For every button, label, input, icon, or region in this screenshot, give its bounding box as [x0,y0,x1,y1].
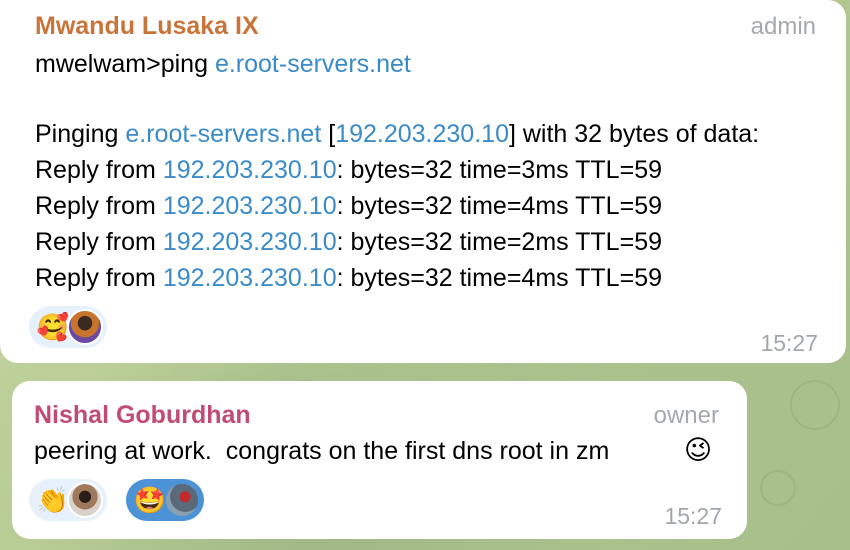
star-struck-icon: 🤩 [133,485,167,515]
message-text: peering at work. congrats on the first d… [34,437,609,466]
host-link[interactable]: e.root-servers.net [125,120,321,148]
reply-stats: : bytes=32 time=2ms TTL=59 [336,228,662,256]
sender-role: admin [750,13,816,40]
reply-prefix: Reply from [35,228,163,256]
reactor-avatar [164,482,200,518]
ip-link[interactable]: 192.203.230.10 [163,264,337,292]
ip-link[interactable]: 192.203.230.10 [335,120,509,148]
bracket-open: [ [321,120,336,148]
ip-link[interactable]: 192.203.230.10 [163,228,337,256]
smiling-face-with-hearts-icon: 🥰 [36,312,70,342]
sender-name[interactable]: Mwandu Lusaka IX [35,12,259,41]
reply-line: Reply from 192.203.230.10: bytes=32 time… [35,192,662,221]
message-text-body: peering at work. congrats on the first d… [34,437,610,465]
command-prompt: mwelwam>ping [35,50,215,78]
reply-stats: : bytes=32 time=4ms TTL=59 [336,264,662,292]
reply-stats: : bytes=32 time=4ms TTL=59 [336,192,662,220]
message-bubble[interactable]: Mwandu Lusaka IX admin mwelwam>ping e.ro… [0,0,846,363]
pinging-suffix: ] with 32 bytes of data: [508,120,760,148]
message-time: 15:27 [664,503,722,529]
reactor-avatar [67,482,103,518]
reaction-smiling-hearts[interactable]: 🥰 [29,306,107,348]
background-doodle [760,470,796,506]
reply-stats: : bytes=32 time=3ms TTL=59 [336,156,662,184]
sender-name[interactable]: Nishal Goburdhan [34,401,251,430]
reaction-clapping[interactable]: 👏 [29,479,107,521]
reply-line: Reply from 192.203.230.10: bytes=32 time… [35,228,662,257]
reply-line: Reply from 192.203.230.10: bytes=32 time… [35,264,662,293]
clapping-hands-icon: 👏 [36,485,70,515]
message-time: 15:27 [760,330,818,356]
reply-prefix: Reply from [35,156,163,184]
reply-prefix: Reply from [35,264,163,292]
message-bubble[interactable]: Nishal Goburdhan owner peering at work. … [12,381,747,539]
pinging-prefix: Pinging [35,120,126,148]
sender-role: owner [653,402,719,429]
pinging-line: Pinging e.root-servers.net [192.203.230.… [35,120,759,149]
reactor-avatar [67,309,103,345]
reply-prefix: Reply from [35,192,163,220]
winking-face-icon: 😉 [684,435,713,465]
reaction-star-struck[interactable]: 🤩 [126,479,204,521]
ip-link[interactable]: 192.203.230.10 [163,156,337,184]
host-link[interactable]: e.root-servers.net [215,50,411,78]
reply-line: Reply from 192.203.230.10: bytes=32 time… [35,156,662,185]
command-line: mwelwam>ping e.root-servers.net [35,50,411,79]
background-doodle [790,380,840,430]
ip-link[interactable]: 192.203.230.10 [163,192,337,220]
